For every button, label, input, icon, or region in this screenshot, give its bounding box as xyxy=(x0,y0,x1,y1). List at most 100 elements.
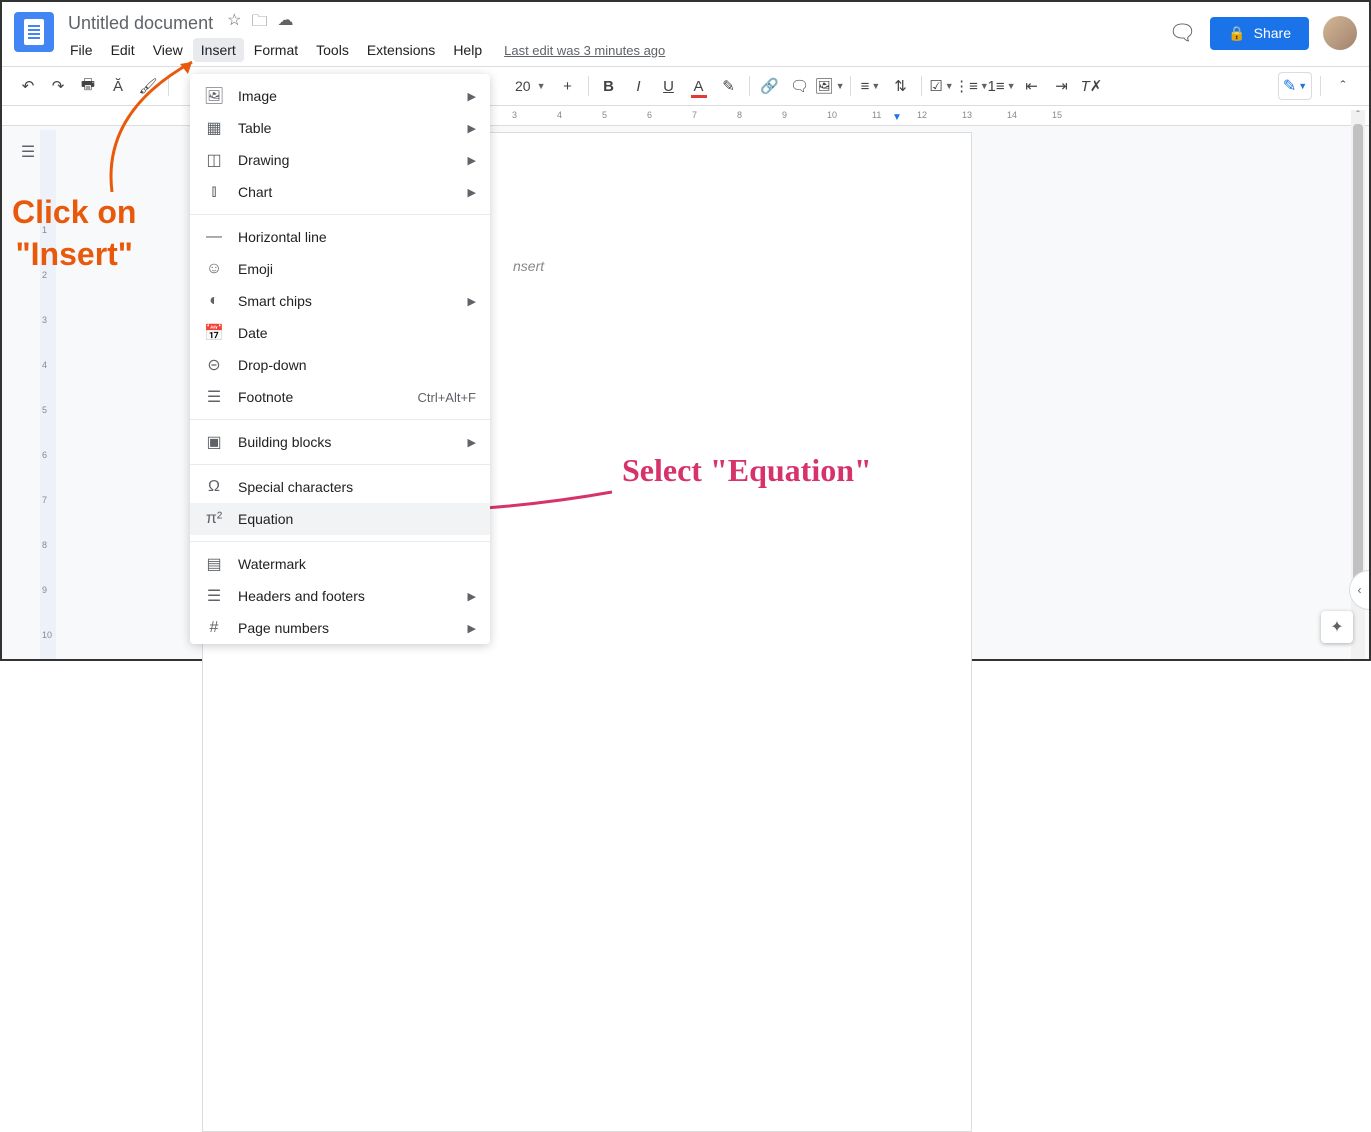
header: Untitled document ☆ 🗀 ☁ FileEditViewInse… xyxy=(2,2,1369,66)
image-button[interactable]: 🖼▼ xyxy=(816,72,844,100)
bullet-list-button[interactable]: ⋮≡▼ xyxy=(958,72,986,100)
menu-edit[interactable]: Edit xyxy=(103,38,143,62)
ruler-tick: 7 xyxy=(692,110,697,120)
comments-icon[interactable]: 🗨 xyxy=(1168,20,1196,46)
align-button[interactable]: ≡▼ xyxy=(857,72,885,100)
menu-help[interactable]: Help xyxy=(445,38,490,62)
menu-item-special-characters[interactable]: ΩSpecial characters xyxy=(190,471,490,503)
menu-item-smart-chips[interactable]: ◐Smart chips▶ xyxy=(190,285,490,317)
editing-mode-button[interactable]: ✎▼ xyxy=(1278,72,1312,100)
ruler-tick: 1 xyxy=(42,225,47,235)
menu-item-label: Special characters xyxy=(238,479,353,495)
menu-item-label: Equation xyxy=(238,511,293,527)
paint-format-button[interactable]: 🖌 xyxy=(134,72,162,100)
document-title[interactable]: Untitled document xyxy=(62,11,219,36)
ruler-tick: 14 xyxy=(1007,110,1017,120)
menu-item-image[interactable]: 🖼Image▶ xyxy=(190,80,490,112)
collapse-toolbar-button[interactable]: ˆ xyxy=(1329,72,1357,100)
highlight-button[interactable]: ✎ xyxy=(715,72,743,100)
submenu-arrow-icon: ▶ xyxy=(468,436,476,449)
menubar: FileEditViewInsertFormatToolsExtensionsH… xyxy=(62,36,1168,64)
last-edit-link[interactable]: Last edit was 3 minutes ago xyxy=(504,43,665,58)
ruler-tick: 3 xyxy=(512,110,517,120)
menu-item-equation[interactable]: π² Equation xyxy=(190,503,490,535)
vertical-ruler[interactable]: 12345678910 xyxy=(40,130,56,659)
menu-item-building-blocks[interactable]: ▣ Building blocks ▶ xyxy=(190,426,490,458)
ruler-tick: 4 xyxy=(42,360,47,370)
ruler-tick: 12 xyxy=(917,110,927,120)
spellcheck-button[interactable]: Ă xyxy=(104,72,132,100)
print-button[interactable]: 🖶 xyxy=(74,72,102,100)
ruler-tick: 11 xyxy=(872,110,881,120)
avatar[interactable] xyxy=(1323,16,1357,50)
menu-item-emoji[interactable]: ☺ Emoji xyxy=(190,253,490,285)
ruler-tick: 9 xyxy=(782,110,787,120)
redo-button[interactable]: ↷ xyxy=(44,72,72,100)
menu-item-headers-and-footers[interactable]: ☰Headers and footers▶ xyxy=(190,580,490,612)
cloud-icon[interactable]: ☁ xyxy=(277,10,293,37)
menu-item-date[interactable]: 📅Date xyxy=(190,317,490,349)
menu-item-label: Page numbers xyxy=(238,620,329,636)
emoji-icon: ☺ xyxy=(204,259,224,279)
menu-extensions[interactable]: Extensions xyxy=(359,38,443,62)
zoom-plus[interactable]: + xyxy=(554,72,582,100)
insert-dropdown: 🖼Image▶ ▦ Table ▶ ◫Drawing▶ ⫾ Chart ▶ —Horizonta… xyxy=(190,74,490,644)
shortcut-label: Ctrl+Alt+F xyxy=(417,390,476,405)
building-blocks-icon: ▣ xyxy=(204,432,224,452)
docs-logo[interactable] xyxy=(14,12,54,52)
menu-item-label: Footnote xyxy=(238,389,293,405)
underline-button[interactable]: U xyxy=(655,72,683,100)
ruler-tick: 9 xyxy=(42,585,47,595)
table-icon: ▦ xyxy=(204,118,224,138)
share-button[interactable]: 🔒 Share xyxy=(1210,17,1309,50)
line-spacing-button[interactable]: ⇅ xyxy=(887,72,915,100)
drop-down-icon: ⊝ xyxy=(204,355,224,375)
comment-button[interactable]: 🗨 xyxy=(786,72,814,100)
menu-item-drop-down[interactable]: ⊝Drop-down xyxy=(190,349,490,381)
scroll-thumb[interactable] xyxy=(1353,124,1363,584)
menu-item-label: Horizontal line xyxy=(238,229,327,245)
submenu-arrow-icon: ▶ xyxy=(468,622,476,635)
ruler-tick: 8 xyxy=(42,540,47,550)
checklist-button[interactable]: ☑▼ xyxy=(928,72,956,100)
menu-item-table[interactable]: ▦ Table ▶ xyxy=(190,112,490,144)
menu-item-label: Chart xyxy=(238,184,272,200)
undo-button[interactable]: ↶ xyxy=(14,72,42,100)
star-icon[interactable]: ☆ xyxy=(227,10,241,37)
zoom-select[interactable]: 20▼ xyxy=(509,78,552,94)
menu-item-drawing[interactable]: ◫Drawing▶ xyxy=(190,144,490,176)
bold-button[interactable]: B xyxy=(595,72,623,100)
menu-item-horizontal-line[interactable]: —Horizontal line xyxy=(190,221,490,253)
move-icon[interactable]: 🗀 xyxy=(251,10,267,37)
menu-item-label: Table xyxy=(238,120,271,136)
outdent-button[interactable]: ⇤ xyxy=(1018,72,1046,100)
menu-item-chart[interactable]: ⫾Chart▶ xyxy=(190,176,490,208)
menu-file[interactable]: File xyxy=(62,38,101,62)
chart-icon: ⫾ xyxy=(204,182,224,202)
menu-format[interactable]: Format xyxy=(246,38,306,62)
indent-button[interactable]: ⇥ xyxy=(1048,72,1076,100)
lock-icon: 🔒 xyxy=(1228,25,1245,42)
smart-chips-icon: ◐ xyxy=(204,291,224,311)
menu-view[interactable]: View xyxy=(145,38,191,62)
watermark-icon: ▤ xyxy=(204,554,224,574)
number-list-button[interactable]: 1≡▼ xyxy=(988,72,1016,100)
menu-item-page-numbers[interactable]: #Page numbers▶ xyxy=(190,612,490,644)
menu-item-label: Image xyxy=(238,88,277,104)
menu-insert[interactable]: Insert xyxy=(193,38,244,62)
ruler-tick: 7 xyxy=(42,495,47,505)
clear-format-button[interactable]: T✗ xyxy=(1078,72,1106,100)
outline-toggle[interactable]: ☰ xyxy=(14,138,42,166)
text-color-button[interactable]: A xyxy=(685,72,713,100)
ruler-tick: 15 xyxy=(1052,110,1062,120)
menu-item-label: Building blocks xyxy=(238,434,331,450)
link-button[interactable]: 🔗 xyxy=(756,72,784,100)
menu-item-label: Emoji xyxy=(238,261,273,277)
equation-icon: π² xyxy=(204,509,224,529)
menu-tools[interactable]: Tools xyxy=(308,38,357,62)
explore-button[interactable]: ✦ xyxy=(1321,611,1353,643)
italic-button[interactable]: I xyxy=(625,72,653,100)
menu-item-watermark[interactable]: ▤Watermark xyxy=(190,548,490,580)
submenu-arrow-icon: ▶ xyxy=(468,122,476,135)
menu-item-footnote[interactable]: ☰FootnoteCtrl+Alt+F xyxy=(190,381,490,413)
